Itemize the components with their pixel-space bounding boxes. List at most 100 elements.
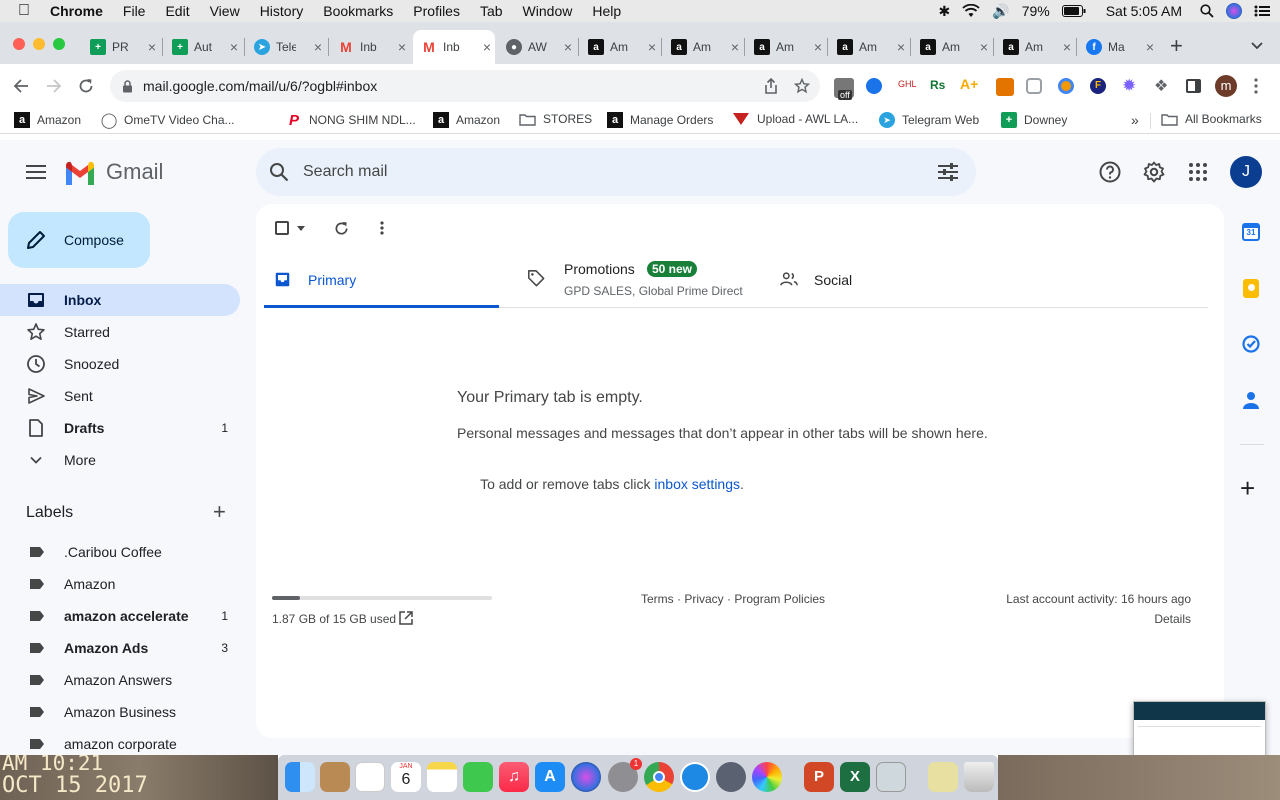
lock-icon[interactable] (122, 79, 133, 93)
browser-tab[interactable]: a Am × (580, 30, 660, 64)
tab-search-chevron-icon[interactable] (1251, 42, 1263, 50)
label-item[interactable]: Amazon Ads 3 (0, 632, 240, 664)
account-avatar[interactable]: J (1230, 156, 1262, 188)
wifi-icon[interactable] (962, 4, 980, 18)
compose-button[interactable]: Compose (8, 212, 150, 268)
chrome-dock-icon[interactable] (644, 762, 674, 792)
details-link[interactable]: Details (1154, 612, 1191, 626)
browser-tab[interactable]: a Am × (663, 30, 743, 64)
tab-primary[interactable]: Primary (264, 252, 499, 308)
bookmark-item[interactable]: a Manage Orders (607, 112, 713, 128)
nav-snoozed[interactable]: Snoozed (0, 348, 240, 380)
siri-dock-icon[interactable] (571, 762, 601, 792)
contacts-icon[interactable] (1243, 391, 1259, 409)
menu-file[interactable]: File (113, 3, 156, 19)
browser-tab[interactable]: M Inb × (330, 30, 410, 64)
privacy-link[interactable]: Privacy (684, 592, 723, 606)
profile-avatar[interactable]: m (1215, 75, 1237, 97)
menu-window[interactable]: Window (513, 3, 583, 19)
extension-icon[interactable] (1026, 78, 1042, 94)
extensions-puzzle-icon[interactable]: ❖ (1154, 76, 1168, 96)
extension-icon[interactable]: ✹ (1122, 76, 1136, 96)
excel-icon[interactable]: X (840, 762, 870, 792)
search-icon[interactable] (269, 162, 289, 182)
bookmarks-overflow-button[interactable]: » (1131, 112, 1139, 128)
reminders-icon[interactable] (355, 762, 385, 792)
extension-icon[interactable]: GHL (898, 79, 917, 93)
tab-close-icon[interactable]: × (648, 39, 656, 55)
google-apps-icon[interactable] (1189, 163, 1207, 181)
address-bar[interactable]: mail.google.com/mail/u/6/?ogbl#inbox (110, 70, 820, 102)
get-addons-plus-icon[interactable]: + (1240, 474, 1255, 502)
extension-icon[interactable]: A+ (960, 76, 978, 92)
new-tab-button[interactable]: + (1170, 34, 1183, 58)
menu-tab[interactable]: Tab (470, 3, 513, 19)
extension-icon[interactable] (866, 78, 882, 94)
nav-sent[interactable]: Sent (0, 380, 240, 412)
bookmark-item[interactable]: Upload - AWL LA... (733, 112, 858, 126)
browser-tab[interactable]: + Aut × (164, 30, 242, 64)
extension-icon[interactable] (1058, 78, 1074, 94)
bookmark-item[interactable]: P NONG SHIM NDL... (286, 112, 416, 129)
tab-close-icon[interactable]: × (483, 39, 491, 55)
label-item[interactable]: Amazon Answers (0, 664, 240, 696)
browser-tab[interactable]: a Am × (995, 30, 1075, 64)
tab-close-icon[interactable]: × (731, 39, 739, 55)
window-close-button[interactable] (13, 38, 25, 50)
tab-promotions[interactable]: Promotions 50 new GPD SALES, Global Prim… (517, 252, 767, 308)
tab-close-icon[interactable]: × (314, 39, 322, 55)
extension-icon[interactable]: Rs (930, 78, 945, 92)
menu-profiles[interactable]: Profiles (403, 3, 470, 19)
menu-view[interactable]: View (200, 3, 250, 19)
bookmark-item[interactable]: ◯ OmeTV Video Cha... (101, 112, 235, 129)
nav-inbox[interactable]: Inbox (0, 284, 240, 316)
bookmark-item[interactable]: + Downey (1001, 112, 1067, 128)
apple-icon[interactable]:  (0, 2, 40, 20)
side-panel-icon[interactable] (1186, 79, 1201, 93)
photos-icon[interactable] (752, 762, 782, 792)
keep-icon[interactable] (1243, 279, 1259, 298)
label-item[interactable]: Amazon Business (0, 696, 240, 728)
notes-icon[interactable] (427, 762, 457, 792)
browser-tab[interactable]: f Ma × (1078, 30, 1158, 64)
powerpoint-icon[interactable]: P (804, 762, 834, 792)
music-icon[interactable]: ♫ (499, 762, 529, 792)
control-center-icon[interactable] (1254, 5, 1270, 17)
browser-tab[interactable]: + PR × (82, 30, 160, 64)
label-item[interactable]: amazon accelerate 1 (0, 600, 240, 632)
select-all-checkbox[interactable] (275, 221, 289, 235)
more-options-icon[interactable] (380, 221, 384, 235)
menubar-clock[interactable]: Sat 5:05 AM (1106, 3, 1182, 19)
bookmark-item[interactable]: ➤ Telegram Web (879, 112, 979, 128)
menu-history[interactable]: History (250, 3, 314, 19)
external-link-icon[interactable] (399, 611, 413, 625)
calendar-icon[interactable]: 31 (1242, 223, 1260, 241)
tab-close-icon[interactable]: × (564, 39, 572, 55)
tab-close-icon[interactable]: × (230, 39, 238, 55)
label-item[interactable]: .Caribou Coffee (0, 536, 240, 568)
browser-tab-active[interactable]: M Inb × (413, 30, 495, 64)
chrome-menu-icon[interactable] (1254, 78, 1258, 94)
bookmark-star-icon[interactable] (794, 78, 810, 94)
browser-tab[interactable]: ➤ Tele × (246, 30, 326, 64)
volume-icon[interactable]: 🔊 (992, 3, 1009, 20)
tab-close-icon[interactable]: × (897, 39, 905, 55)
siri-icon[interactable] (1226, 3, 1242, 19)
reload-icon[interactable] (78, 78, 94, 94)
tab-close-icon[interactable]: × (814, 39, 822, 55)
tab-close-icon[interactable]: × (980, 39, 988, 55)
nav-more[interactable]: More (0, 444, 240, 476)
refresh-icon[interactable] (334, 221, 349, 236)
search-options-icon[interactable] (938, 163, 958, 181)
launchpad-icon[interactable] (716, 762, 746, 792)
bookmark-folder[interactable]: STORES (519, 112, 592, 126)
tab-close-icon[interactable]: × (148, 39, 156, 55)
nav-starred[interactable]: Starred (0, 316, 240, 348)
extension-icon[interactable]: F (1090, 78, 1106, 94)
main-menu-icon[interactable] (26, 165, 46, 179)
share-icon[interactable] (764, 78, 778, 94)
tab-close-icon[interactable]: × (398, 39, 406, 55)
contacts-book-icon[interactable] (320, 762, 350, 792)
all-bookmarks-button[interactable]: All Bookmarks (1161, 112, 1262, 126)
terms-link[interactable]: Terms (641, 592, 674, 606)
